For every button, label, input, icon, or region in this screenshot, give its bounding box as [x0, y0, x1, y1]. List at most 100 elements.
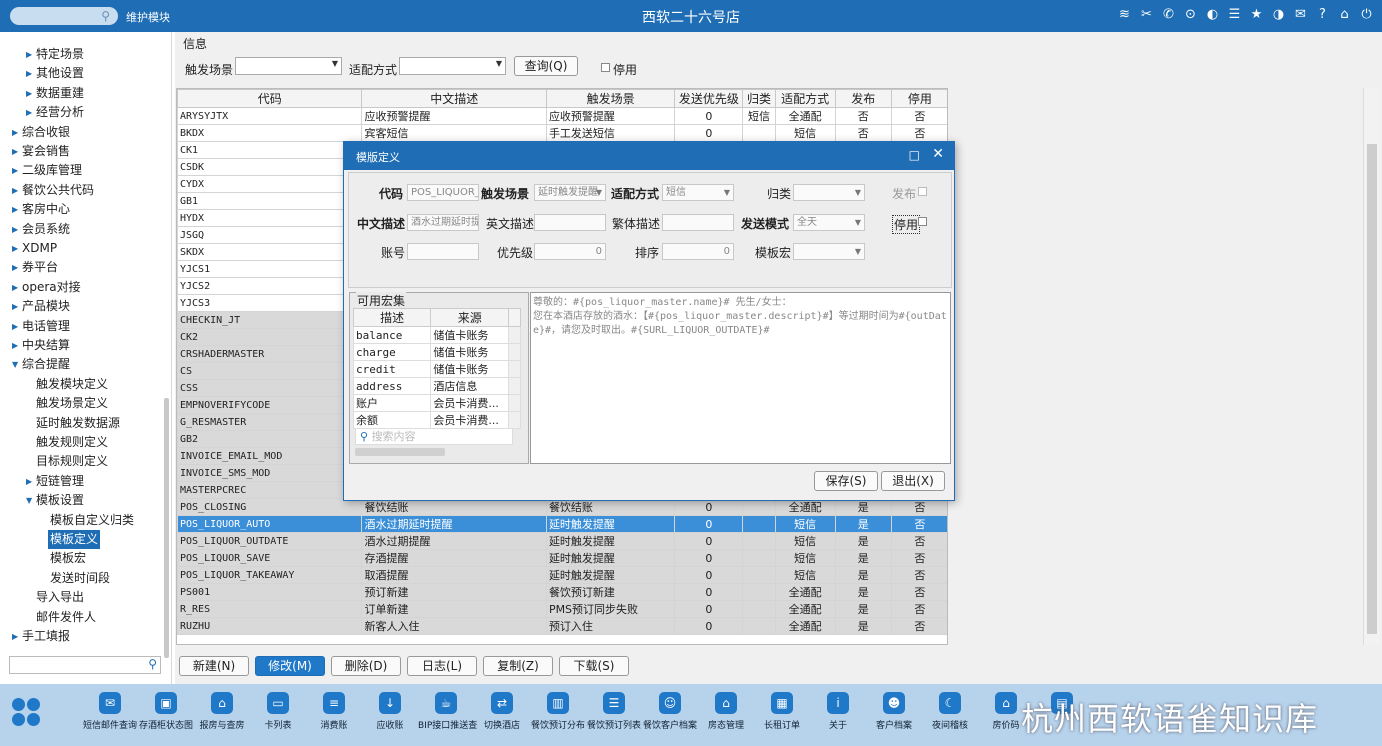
taskbar-item[interactable]: ▣ 存酒柜状态图 — [138, 692, 194, 731]
list-icon[interactable]: ☰ — [603, 692, 625, 714]
sidebar-item[interactable]: ▶ 券平台 — [12, 258, 58, 277]
column-header[interactable]: 归类 — [742, 89, 776, 108]
chevron-right-icon[interactable]: ▶ — [12, 181, 18, 200]
wifi-icon[interactable]: ≋ — [1117, 7, 1132, 23]
new-button[interactable]: 新建(N) — [179, 656, 249, 676]
phone-icon[interactable]: ✆ — [1161, 7, 1176, 23]
cup-icon[interactable]: ☕ — [435, 692, 457, 714]
chevron-right-icon[interactable]: ▶ — [12, 297, 18, 316]
save-button[interactable]: 保存(S) — [814, 471, 878, 491]
sidebar-item[interactable]: ▶ 综合收银 — [12, 123, 70, 142]
delete-button[interactable]: 删除(D) — [331, 656, 401, 676]
column-header[interactable]: 触发场景 — [545, 89, 676, 108]
sidebar-item[interactable]: ▶ 中央结算 — [12, 336, 70, 355]
sidebar-item[interactable]: 发送时间段 — [50, 569, 110, 588]
house-icon[interactable]: ⌂ — [211, 692, 233, 714]
column-header[interactable]: 停用 — [890, 89, 947, 108]
table-row[interactable]: POS_CLOSING 餐饮结账 餐饮结账 0 全通配是否 — [177, 498, 947, 516]
help-icon[interactable]: ? — [1315, 7, 1330, 23]
scene-select[interactable]: 延时触发提醒 ▼ — [534, 184, 606, 201]
star-icon[interactable]: ★ — [1249, 7, 1264, 23]
sidebar-item[interactable]: ▶ 产品模块 — [12, 297, 70, 316]
category-select[interactable]: ▼ — [793, 184, 865, 201]
macro-col-desc[interactable]: 描述 — [352, 308, 432, 327]
chevron-right-icon[interactable]: ▶ — [12, 142, 18, 161]
sidebar-item[interactable]: ▶ 手工填报 — [12, 627, 70, 646]
macro-row[interactable]: balance 储值卡账务 — [352, 326, 521, 344]
tw-desc-field[interactable] — [662, 214, 734, 231]
lock-icon[interactable]: ⊙ — [1183, 7, 1198, 23]
building-icon[interactable]: ▦ — [771, 692, 793, 714]
chevron-right-icon[interactable]: ▶ — [26, 84, 32, 103]
taskbar-item[interactable]: ✉ 短信邮件查询 — [82, 692, 138, 731]
chevron-right-icon[interactable]: ▶ — [12, 278, 18, 297]
sort-field[interactable]: 0 — [662, 243, 734, 260]
table-row[interactable]: POS_LIQUOR_AUTO 酒水过期延时提醒 延时触发提醒 0 短信是否 — [177, 515, 947, 533]
profile-icon[interactable]: ☻ — [883, 692, 905, 714]
table-row[interactable]: R_RES 订单新建 PMS预订同步失败 0 全通配是否 — [177, 600, 947, 618]
taskbar-item[interactable]: ⌂ 房态管理 — [698, 692, 754, 731]
chevron-right-icon[interactable]: ▶ — [12, 627, 18, 646]
sidebar-item[interactable]: ▼ 模板设置 — [26, 491, 84, 510]
sidebar-item[interactable]: ▶ 宴会销售 — [12, 142, 70, 161]
sidebar-item[interactable]: 模板定义 — [48, 530, 101, 549]
taskbar-item[interactable]: ↓ 应收账 — [362, 692, 418, 731]
table-row[interactable]: POS_LIQUOR_OUTDATE 酒水过期提醒 延时触发提醒 0 短信是否 — [177, 532, 947, 550]
edit-button[interactable]: 修改(M) — [255, 656, 325, 676]
table-row[interactable]: PS001 预订新建 餐饮预订新建 0 全通配是否 — [177, 583, 947, 601]
code-field[interactable]: POS_LIQUOR_AUTO — [407, 184, 479, 201]
grid-scrollbar[interactable] — [1363, 88, 1380, 645]
column-header[interactable]: 中文描述 — [361, 89, 547, 108]
account-field[interactable] — [407, 243, 479, 260]
taskbar-item[interactable]: ☺ 餐饮客户档案 — [642, 692, 698, 731]
maximize-icon[interactable]: □ — [909, 148, 920, 162]
sidebar-item[interactable]: 目标规则定义 — [36, 452, 108, 471]
chevron-right-icon[interactable]: ▶ — [12, 336, 18, 355]
tag-icon[interactable]: ⌂ — [995, 692, 1017, 714]
chevron-right-icon[interactable]: ▶ — [12, 161, 18, 180]
macro-row[interactable]: credit 储值卡账务 — [352, 360, 521, 378]
palette-icon[interactable]: ◐ — [1205, 7, 1220, 23]
taskbar-item[interactable]: i 关于 — [810, 692, 866, 731]
close-icon[interactable]: ✕ — [932, 146, 944, 162]
sidebar-item[interactable]: ▶ 数据重建 — [26, 84, 84, 103]
chart-icon[interactable]: ▥ — [547, 692, 569, 714]
sidebar-item[interactable]: ▶ 客房中心 — [12, 200, 70, 219]
sidebar-item[interactable]: 模板宏 — [50, 549, 86, 568]
chevron-down-icon[interactable]: ▼ — [12, 355, 18, 374]
macro-col-source[interactable]: 来源 — [430, 308, 510, 327]
bill-icon[interactable]: ≡ — [323, 692, 345, 714]
taskbar-item[interactable]: ≡ 消费账 — [306, 692, 362, 731]
disabled-checkbox[interactable] — [601, 63, 610, 72]
macro-select[interactable]: ▼ — [793, 243, 865, 260]
sidebar-item[interactable]: ▶ 特定场景 — [26, 45, 84, 64]
info-icon[interactable]: i — [827, 692, 849, 714]
sidebar-item[interactable]: 延时触发数据源 — [36, 414, 120, 433]
macro-search-input[interactable]: ⚲ 搜索内容 — [355, 428, 513, 445]
person-icon[interactable]: ☺ — [659, 692, 681, 714]
chevron-right-icon[interactable]: ▶ — [12, 220, 18, 239]
taskbar-item[interactable]: ☻ 客户档案 — [866, 692, 922, 731]
template-content-editor[interactable]: 尊敬的：#{pos_liquor_master.name}# 先生/女士： 您在… — [530, 292, 951, 464]
column-header[interactable]: 发送优先级 — [674, 89, 744, 108]
tools-icon[interactable]: ✂ — [1139, 7, 1154, 23]
sidebar-item[interactable]: ▶ opera对接 — [12, 278, 81, 297]
mail-icon[interactable]: ✉ — [1293, 7, 1308, 23]
macro-row[interactable]: address 酒店信息 — [352, 377, 521, 395]
send-mode-select[interactable]: 全天 ▼ — [793, 214, 865, 231]
en-desc-field[interactable] — [534, 214, 606, 231]
menu-icon[interactable]: ☰ — [1227, 7, 1242, 23]
table-row[interactable]: BKDX 宾客短信 手工发送短信 0 短信否否 — [177, 124, 947, 142]
sidebar-item[interactable]: ▶ XDMP — [12, 239, 57, 258]
sidebar-item[interactable]: ▶ 会员系统 — [12, 220, 70, 239]
sidebar-item[interactable]: ▶ 短链管理 — [26, 472, 84, 491]
chevron-right-icon[interactable]: ▶ — [26, 472, 32, 491]
copy-button[interactable]: 复制(Z) — [483, 656, 553, 676]
sidebar-search-input[interactable]: ⚲ — [9, 656, 161, 674]
sidebar-item[interactable]: 模板自定义归类 — [50, 511, 134, 530]
taskbar-item[interactable]: ☕ BIP接口推送查 — [418, 692, 477, 731]
sidebar-scrollbar[interactable] — [164, 398, 169, 658]
chevron-right-icon[interactable]: ▶ — [12, 239, 18, 258]
macro-row[interactable]: charge 储值卡账务 — [352, 343, 521, 361]
sidebar-item[interactable]: ▶ 电话管理 — [12, 317, 70, 336]
